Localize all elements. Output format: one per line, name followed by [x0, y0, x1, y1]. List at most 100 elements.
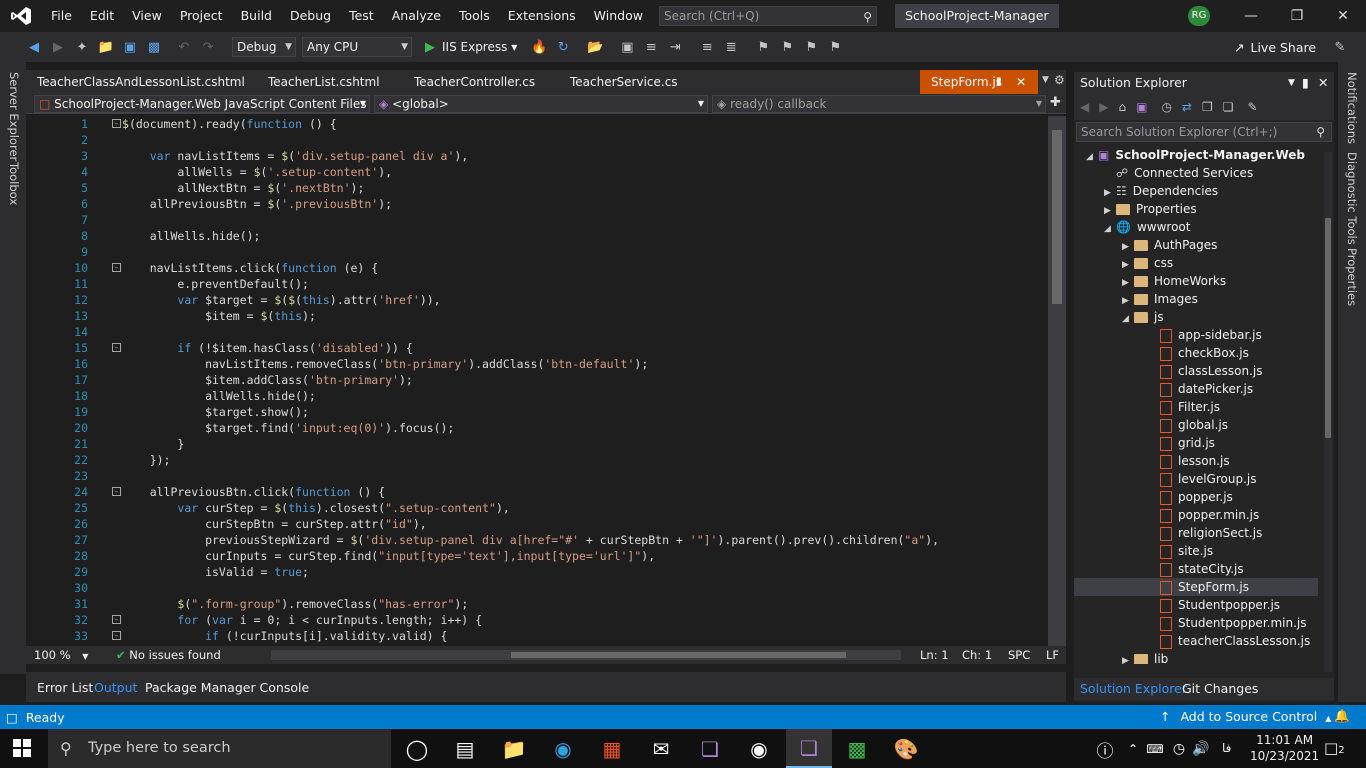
language-indicator[interactable]: فا: [1222, 741, 1231, 755]
mail-icon[interactable]: ✉: [646, 735, 676, 763]
code-line[interactable]: if (!curInputs[i].validity.valid) {: [122, 628, 939, 644]
zoom-dropdown[interactable]: 100 % ▼: [34, 647, 90, 663]
code-line[interactable]: });: [122, 452, 939, 468]
tree-item[interactable]: ▶ Properties: [1074, 200, 1318, 218]
tab-teacher-list[interactable]: TeacherList.cshtml: [257, 70, 391, 94]
project-tool-icon[interactable]: ▩: [842, 735, 872, 763]
visual-studio-preview-icon[interactable]: ❏: [695, 735, 725, 763]
avatar[interactable]: RG: [1188, 6, 1210, 26]
fold-toggle[interactable]: –: [112, 343, 121, 352]
notification-bell-icon[interactable]: 🔔: [1334, 708, 1350, 724]
panel-close-icon[interactable]: ✕: [1318, 72, 1328, 94]
menu-test[interactable]: Test: [340, 0, 383, 32]
menu-tools[interactable]: Tools: [450, 0, 499, 32]
tab-solution-explorer[interactable]: Solution Explorer: [1080, 681, 1187, 696]
code-line[interactable]: [122, 212, 939, 228]
tab-stepform-js[interactable]: StepForm.js ▮ ✕: [920, 70, 1038, 94]
code-line[interactable]: allPreviousBtn = $('.previousBtn');: [122, 196, 939, 212]
tree-item[interactable]: ▶ ☷ Dependencies: [1074, 182, 1318, 200]
fold-toggle[interactable]: –: [112, 631, 121, 640]
menu-debug[interactable]: Debug: [281, 0, 340, 32]
uncomment-icon[interactable]: ≣: [721, 36, 741, 58]
fold-toggle[interactable]: –: [112, 263, 121, 272]
menu-window[interactable]: Window: [585, 0, 652, 32]
tree-folder[interactable]: ▶ css: [1074, 254, 1318, 272]
undo-icon[interactable]: ↶: [174, 36, 194, 58]
menu-project[interactable]: Project: [171, 0, 232, 32]
tree-file[interactable]: religionSect.js: [1074, 524, 1318, 542]
pin-icon[interactable]: ▮: [996, 70, 1002, 94]
minimize-icon[interactable]: —: [1228, 0, 1274, 32]
tab-teacher-controller[interactable]: TeacherController.cs: [403, 70, 546, 94]
code-line[interactable]: [122, 580, 939, 596]
tree-folder[interactable]: ◢ js: [1074, 308, 1318, 326]
tab-teacher-service[interactable]: TeacherService.cs: [559, 70, 689, 94]
code-line[interactable]: allWells.hide();: [122, 228, 939, 244]
sync-icon[interactable]: ⇄: [1182, 100, 1192, 114]
edge-icon[interactable]: ◉: [548, 735, 578, 763]
code-line[interactable]: navListItems.click(function (e) {: [122, 260, 939, 276]
tree-file[interactable]: StepForm.js: [1074, 578, 1318, 596]
collapse-all-icon[interactable]: ❐: [1202, 100, 1213, 114]
tree-item[interactable]: ☍ Connected Services: [1074, 164, 1318, 182]
tree-file[interactable]: grid.js: [1074, 434, 1318, 452]
code-line[interactable]: allNextBtn = $('.nextBtn');: [122, 180, 939, 196]
code-line[interactable]: $item.addClass('btn-primary');: [122, 372, 939, 388]
code-editor[interactable]: 1 2 3 4 5 6 7 8 9 10 11 12 13 14 15 16 17 18 19 20 21 22 23 24 2…: [26, 116, 1066, 646]
hot-reload-icon[interactable]: 🔥: [529, 36, 549, 58]
se-vertical-scrollbar[interactable]: [1324, 152, 1332, 672]
code-line[interactable]: curStepBtn = curStep.attr("id"),: [122, 516, 939, 532]
fold-toggle[interactable]: –: [112, 487, 121, 496]
project-dropdown[interactable]: □ SchoolProject-Manager.Web JavaScript C…: [34, 95, 370, 113]
task-view-icon[interactable]: ▤: [450, 735, 480, 763]
paint-icon[interactable]: 🎨: [891, 735, 921, 763]
save-all-icon[interactable]: ▩: [144, 36, 164, 58]
comment-icon[interactable]: ≡: [697, 36, 717, 58]
code-line[interactable]: }: [122, 436, 939, 452]
open-folder-icon[interactable]: 📁: [96, 36, 116, 58]
tab-teacher-class-lesson-list[interactable]: TeacherClassAndLessonList.cshtml: [26, 70, 256, 94]
code-line[interactable]: isValid = true;: [122, 564, 939, 580]
code-line[interactable]: $target.show();: [122, 404, 939, 420]
editor-vertical-scrollbar[interactable]: [1048, 116, 1066, 646]
menu-edit[interactable]: Edit: [81, 0, 123, 32]
back-icon[interactable]: ◀: [24, 36, 44, 58]
clock[interactable]: 11:01 AM 10/23/2021: [1250, 732, 1319, 764]
notifications-tab[interactable]: Notifications: [1345, 72, 1359, 144]
close-icon[interactable]: ✕: [1320, 0, 1366, 32]
code-line[interactable]: var $target = $($(this).attr('href')),: [122, 292, 939, 308]
action-center-icon[interactable]: □2: [1324, 739, 1345, 757]
new-project-icon[interactable]: ✦: [72, 36, 92, 58]
clear-bookmarks-icon[interactable]: ⚑: [825, 36, 845, 58]
tree-file[interactable]: datePicker.js: [1074, 380, 1318, 398]
help-icon[interactable]: ⓘ: [1090, 735, 1120, 763]
tree-folder[interactable]: ▶ AuthPages: [1074, 236, 1318, 254]
tree-file[interactable]: app-sidebar.js: [1074, 326, 1318, 344]
show-all-files-icon[interactable]: ❏: [1223, 100, 1234, 114]
server-explorer-tab[interactable]: Server Explorer: [7, 72, 21, 161]
split-icon[interactable]: ✚: [1050, 95, 1061, 110]
cortana-icon[interactable]: ◯: [402, 735, 432, 763]
editor-horizontal-scrollbar[interactable]: [271, 650, 901, 660]
code-line[interactable]: for (var i = 0; i < curInputs.length; i+…: [122, 612, 939, 628]
code-line[interactable]: previousStepWizard = $('div.setup-panel …: [122, 532, 939, 548]
code-line[interactable]: e.preventDefault();: [122, 276, 939, 292]
diagnostic-tools-tab[interactable]: Diagnostic Tools: [1345, 152, 1359, 245]
maximize-icon[interactable]: ❐: [1274, 0, 1320, 32]
menu-analyze[interactable]: Analyze: [383, 0, 450, 32]
platform-dropdown[interactable]: Any CPU ▼: [302, 37, 412, 57]
fold-toggle[interactable]: –: [112, 119, 121, 128]
solution-explorer-search[interactable]: Search Solution Explorer (Ctrl+;) ⚲: [1076, 122, 1332, 142]
menu-extensions[interactable]: Extensions: [499, 0, 585, 32]
tab-close-icon[interactable]: ✕: [1016, 70, 1026, 94]
code-line[interactable]: $item = $(this);: [122, 308, 939, 324]
properties-tab[interactable]: Properties: [1345, 248, 1359, 306]
code-line[interactable]: allWells.hide();: [122, 388, 939, 404]
tab-overflow-icon[interactable]: ▼: [1042, 75, 1049, 85]
tree-item[interactable]: ◢ 🌐 wwwroot: [1074, 218, 1318, 236]
code-line[interactable]: allWells = $('.setup-content'),: [122, 164, 939, 180]
panel-menu-icon[interactable]: ▼: [1288, 72, 1295, 94]
app-icon[interactable]: ◉: [744, 735, 774, 763]
tree-file[interactable]: stateCity.js: [1074, 560, 1318, 578]
store-icon[interactable]: ▦: [597, 735, 627, 763]
